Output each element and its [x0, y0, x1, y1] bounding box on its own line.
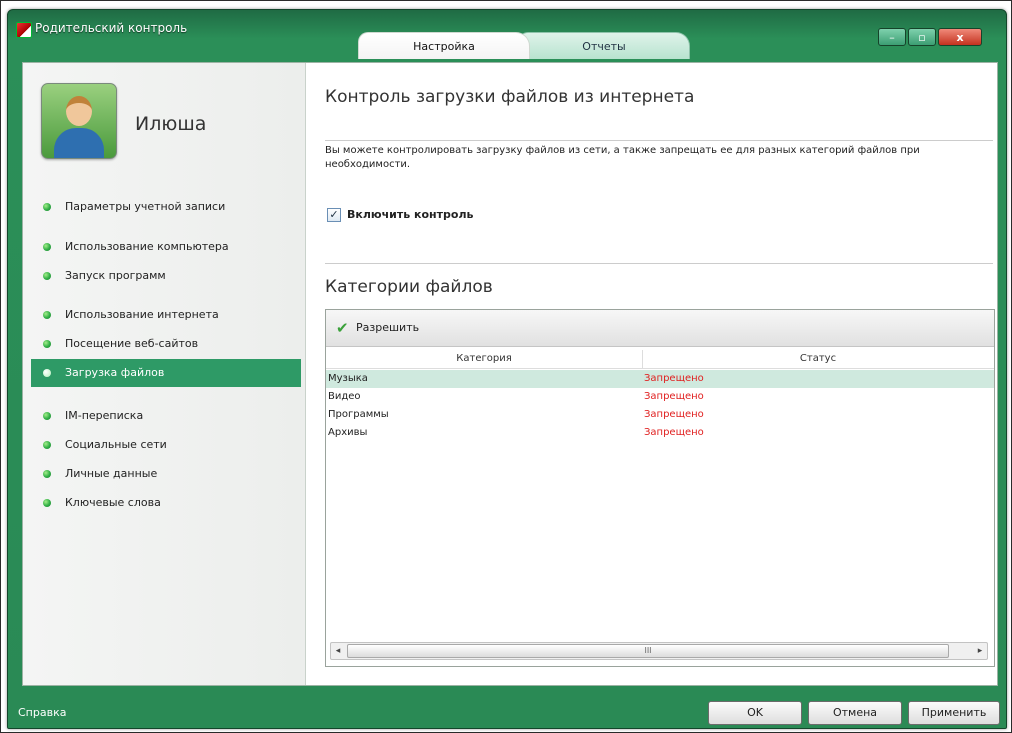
status-dot-icon	[43, 203, 51, 211]
title-bar[interactable]: Родительский контроль Отчеты Настройка –…	[8, 10, 1006, 62]
minimize-button[interactable]: –	[878, 28, 906, 46]
status-dot-icon	[43, 311, 51, 319]
maximize-button[interactable]: ▫	[908, 28, 936, 46]
table-row[interactable]: Видео Запрещено	[326, 388, 994, 406]
parental-control-window: Родительский контроль Отчеты Настройка –…	[7, 9, 1007, 729]
category-cell: Музыка	[328, 373, 368, 384]
sidebar-item-label: Социальные сети	[65, 438, 167, 451]
sidebar-item-label: Использование компьютера	[65, 240, 229, 253]
column-header-status[interactable]: Статус	[643, 350, 993, 368]
enable-control-checkbox[interactable]: ✓	[327, 208, 341, 222]
table-row[interactable]: Музыка Запрещено	[326, 370, 994, 388]
tab-reports[interactable]: Отчеты	[518, 32, 690, 59]
sidebar-item-label: Ключевые слова	[65, 496, 161, 509]
screen: Родительский контроль Отчеты Настройка –…	[0, 0, 1012, 733]
cancel-button[interactable]: Отмена	[808, 701, 902, 725]
footer: Справка OK Отмена Применить	[8, 684, 1006, 728]
sidebar-item-web-sites[interactable]: Посещение веб-сайтов	[31, 330, 301, 358]
sidebar-item-label: Личные данные	[65, 467, 158, 480]
sidebar-item-label: Параметры учетной записи	[65, 200, 226, 213]
client-area: Илюша Параметры учетной записи Использов…	[22, 62, 998, 686]
close-button[interactable]: x	[938, 28, 982, 46]
sidebar-item-label: Посещение веб-сайтов	[65, 337, 199, 350]
allow-button[interactable]: ✔ Разрешить	[336, 320, 419, 336]
avatar-head-icon	[66, 96, 92, 126]
user-name: Илюша	[135, 113, 207, 135]
category-cell: Программы	[328, 409, 389, 420]
horizontal-scrollbar[interactable]: ◂ III ▸	[330, 642, 988, 660]
sidebar-item-label: Запуск программ	[65, 269, 166, 282]
sidebar-item-internet-usage[interactable]: Использование интернета	[31, 301, 301, 329]
scroll-right-icon[interactable]: ▸	[973, 643, 987, 659]
ok-button[interactable]: OK	[708, 701, 802, 725]
sidebar-item-keywords[interactable]: Ключевые слова	[31, 489, 301, 517]
status-dot-icon	[43, 499, 51, 507]
file-categories-panel: ✔ Разрешить Категория Статус Музыка Запр…	[325, 309, 995, 667]
allow-button-label: Разрешить	[356, 321, 420, 334]
help-link[interactable]: Справка	[18, 706, 66, 719]
checkmark-icon: ✔	[336, 319, 349, 337]
status-dot-icon	[43, 441, 51, 449]
scroll-left-icon[interactable]: ◂	[331, 643, 345, 659]
status-dot-icon	[43, 340, 51, 348]
sidebar-item-personal-data[interactable]: Личные данные	[31, 460, 301, 488]
status-dot-icon	[43, 412, 51, 420]
category-cell: Видео	[328, 391, 361, 402]
sidebar-item-social-networks[interactable]: Социальные сети	[31, 431, 301, 459]
apply-button[interactable]: Применить	[908, 701, 1000, 725]
window-title: Родительский контроль	[35, 21, 188, 35]
page-description: Вы можете контролировать загрузку файлов…	[325, 145, 920, 170]
status-cell: Запрещено	[644, 391, 704, 402]
sidebar: Илюша Параметры учетной записи Использов…	[23, 63, 306, 685]
main-content: Контроль загрузки файлов из интернета Вы…	[323, 63, 997, 685]
scroll-thumb[interactable]: III	[347, 644, 949, 658]
divider	[325, 263, 993, 264]
category-cell: Архивы	[328, 427, 368, 438]
sidebar-item-im[interactable]: IM-переписка	[31, 402, 301, 430]
column-header-category[interactable]: Категория	[326, 350, 643, 368]
sidebar-item-account[interactable]: Параметры учетной записи	[31, 193, 301, 221]
panel-toolbar: ✔ Разрешить	[326, 310, 994, 347]
avatar-body-icon	[54, 128, 104, 158]
table-row[interactable]: Программы Запрещено	[326, 406, 994, 424]
sidebar-item-file-downloads[interactable]: Загрузка файлов	[31, 359, 301, 387]
enable-control-label[interactable]: Включить контроль	[347, 208, 473, 221]
sidebar-item-computer-usage[interactable]: Использование компьютера	[31, 233, 301, 261]
status-cell: Запрещено	[644, 427, 704, 438]
status-dot-icon	[43, 272, 51, 280]
status-cell: Запрещено	[644, 373, 704, 384]
status-dot-icon	[43, 369, 51, 377]
divider	[325, 140, 993, 141]
avatar[interactable]	[41, 83, 117, 159]
status-cell: Запрещено	[644, 409, 704, 420]
sidebar-item-label: Загрузка файлов	[65, 366, 165, 379]
status-dot-icon	[43, 243, 51, 251]
section-title: Категории файлов	[325, 277, 493, 297]
kaspersky-logo-icon	[16, 22, 32, 38]
status-dot-icon	[43, 470, 51, 478]
table-row[interactable]: Архивы Запрещено	[326, 424, 994, 442]
sidebar-item-label: Использование интернета	[65, 308, 219, 321]
sidebar-item-program-launch[interactable]: Запуск программ	[31, 262, 301, 290]
page-title: Контроль загрузки файлов из интернета	[325, 87, 695, 107]
table-header: Категория Статус	[326, 350, 994, 369]
sidebar-item-label: IM-переписка	[65, 409, 144, 422]
tab-settings[interactable]: Настройка	[358, 32, 530, 59]
